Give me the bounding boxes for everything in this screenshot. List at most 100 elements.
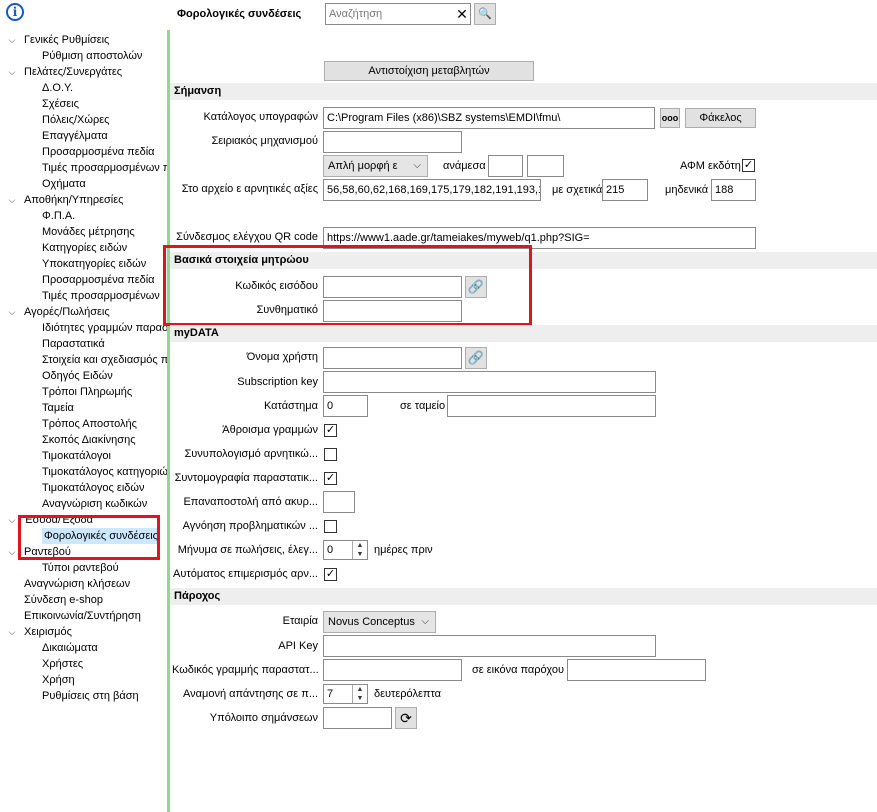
api-key-field[interactable]: [323, 635, 656, 657]
sidebar-item[interactable]: Τιμοκατάλογος κατηγοριώ: [0, 464, 167, 480]
chevron-down-icon[interactable]: ⌵: [6, 64, 18, 80]
sidebar-item[interactable]: Στοιχεία και σχεδιασμός π: [0, 352, 167, 368]
sidebar-item[interactable]: ⌵ Πελάτες/Συνεργάτες: [0, 64, 167, 80]
sidebar-item-label: Τιμοκατάλογοι: [42, 450, 111, 462]
negative-calc-checkbox[interactable]: [324, 448, 337, 461]
device-serial-field[interactable]: [323, 131, 462, 153]
sidebar-item-label: Ιδιότητες γραμμών παραστ: [42, 322, 167, 334]
sidebar-item[interactable]: Επαγγέλματα: [0, 128, 167, 144]
sidebar-item-label: Χειρισμός: [24, 626, 72, 638]
splitter[interactable]: [167, 30, 170, 812]
sidebar-item[interactable]: Ιδιότητες γραμμών παραστ: [0, 320, 167, 336]
sidebar-item[interactable]: Τιμές προσαρμοσμένων π: [0, 160, 167, 176]
sidebar-item[interactable]: Ρύθμιση αποστολών: [0, 48, 167, 64]
stepper-arrows-icon[interactable]: ▲ ▼: [352, 685, 367, 703]
browse-button[interactable]: ooo: [660, 108, 680, 128]
sidebar-item[interactable]: Τιμές προσαρμοσμένων: [0, 288, 167, 304]
sidebar-item[interactable]: Παραστατικά: [0, 336, 167, 352]
sidebar-item-label: Επικοινωνία/Συντήρηση: [24, 610, 141, 622]
message-stepper[interactable]: 0 ▲ ▼: [323, 540, 368, 560]
chevron-down-icon[interactable]: ⌵: [6, 304, 18, 320]
sidebar-item[interactable]: Σκοπός Διακίνησης: [0, 432, 167, 448]
sidebar-item[interactable]: Φ.Π.Α.: [0, 208, 167, 224]
remaining-field[interactable]: [323, 707, 392, 729]
stepper-arrows-icon[interactable]: ▲ ▼: [352, 541, 367, 559]
sidebar-item[interactable]: Προσαρμοσμένα πεδία: [0, 272, 167, 288]
refresh-icon[interactable]: ⟳: [395, 707, 417, 729]
in-cashbox-field[interactable]: [447, 395, 656, 417]
sidebar-item[interactable]: Χρήση: [0, 672, 167, 688]
seconds-label: δευτερόλεπτα: [374, 688, 441, 700]
search-icon[interactable]: 🔍: [474, 3, 496, 25]
between-label: ανάμεσα: [443, 160, 486, 172]
chevron-down-icon[interactable]: ⌵: [6, 624, 18, 640]
doc-abbrev-checkbox[interactable]: ✓: [324, 472, 337, 485]
search-input[interactable]: Αναζήτηση: [325, 3, 471, 25]
sidebar-item[interactable]: Δ.Ο.Υ.: [0, 80, 167, 96]
sidebar-item[interactable]: Σύνδεση e-shop: [0, 592, 167, 608]
store-field[interactable]: 0: [323, 395, 368, 417]
mydata-section-header: myDATA: [170, 325, 877, 342]
sidebar-item[interactable]: ⌵ Αποθήκη/Υπηρεσίες: [0, 192, 167, 208]
map-variables-button[interactable]: Αντιστοίχιση μεταβλητών: [324, 61, 534, 81]
catalog-field[interactable]: C:\Program Files (x86)\SBZ systems\EMDI\…: [323, 107, 655, 129]
sidebar-item[interactable]: ⌵ Αγορές/Πωλήσεις: [0, 304, 167, 320]
provider-image-field[interactable]: [567, 659, 706, 681]
sidebar-item[interactable]: Ρυθμίσεις στη βάση: [0, 688, 167, 704]
chevron-down-icon[interactable]: ⌵: [6, 512, 18, 528]
format-select[interactable]: Απλή μορφή ε ⌵: [323, 155, 428, 177]
sidebar-item[interactable]: Κατηγορίες ειδών: [0, 240, 167, 256]
chevron-down-icon: ⌵: [421, 616, 429, 627]
sidebar-item[interactable]: Μονάδες μέτρησης: [0, 224, 167, 240]
sidebar-item[interactable]: Σχέσεις: [0, 96, 167, 112]
sidebar-item[interactable]: Οχήματα: [0, 176, 167, 192]
sidebar-item[interactable]: Δικαιώματα: [0, 640, 167, 656]
folder-button[interactable]: Φάκελος: [685, 108, 756, 128]
sidebar-item[interactable]: Τρόποι Πληρωμής: [0, 384, 167, 400]
days-before-label: ημέρες πριν: [374, 544, 433, 556]
chevron-down-icon[interactable]: ⌵: [6, 32, 18, 48]
username-field[interactable]: [323, 347, 462, 369]
sidebar-item[interactable]: Τιμοκατάλογος ειδών: [0, 480, 167, 496]
sidebar-item[interactable]: Προσαρμοσμένα πεδία: [0, 144, 167, 160]
company-select[interactable]: Novus Conceptus ⌵: [323, 611, 436, 633]
negative-calc-label: Συνυπολογισμό αρνητικώ...: [184, 448, 318, 460]
sidebar-item[interactable]: ⌵ Χειρισμός: [0, 624, 167, 640]
message-stepper-value: 0: [327, 544, 334, 556]
between-to-field[interactable]: [527, 155, 564, 177]
link-icon[interactable]: 🔗: [465, 347, 487, 369]
sidebar-item[interactable]: Αναγνώριση κωδικών: [0, 496, 167, 512]
sidebar-item[interactable]: Αναγνώριση κλήσεων: [0, 576, 167, 592]
sidebar-item[interactable]: ⌵ Γενικές Ρυθμίσεις: [0, 32, 167, 48]
info-icon[interactable]: i: [6, 3, 24, 21]
doc-line-code-field[interactable]: [323, 659, 462, 681]
sidebar-item-label: Επαγγέλματα: [42, 130, 108, 142]
sidebar-item[interactable]: Επικοινωνία/Συντήρηση: [0, 608, 167, 624]
api-key-label: API Key: [278, 640, 318, 652]
sidebar-item[interactable]: Οδηγός Ειδών: [0, 368, 167, 384]
subscription-field[interactable]: [323, 371, 656, 393]
resend-label: Επαναποστολή από ακυρ...: [183, 496, 318, 508]
sidebar-item[interactable]: Υποκατηγορίες ειδών: [0, 256, 167, 272]
clear-search-icon[interactable]: ✕: [453, 3, 471, 25]
chevron-down-icon[interactable]: ⌵: [6, 192, 18, 208]
relative-field[interactable]: 215: [602, 179, 648, 201]
chevron-down-icon[interactable]: ⌵: [6, 544, 18, 560]
settings-tree: i ⌵ Γενικές Ρυθμίσεις Ρύθμιση αποστολών ⌵ Πε…: [0, 0, 167, 812]
between-from-field[interactable]: [488, 155, 523, 177]
sidebar-item-label: Τρόπος Αποστολής: [42, 418, 137, 430]
issuer-vat-checkbox[interactable]: ✓: [742, 159, 755, 172]
sidebar-item[interactable]: Τύποι ραντεβού: [0, 560, 167, 576]
line-sum-checkbox[interactable]: ✓: [324, 424, 337, 437]
resend-field[interactable]: [323, 491, 355, 513]
sidebar-item[interactable]: Χρήστες: [0, 656, 167, 672]
zeros-field[interactable]: 188: [711, 179, 756, 201]
sidebar-item[interactable]: Τιμοκατάλογοι: [0, 448, 167, 464]
sidebar-item[interactable]: Τρόπος Αποστολής: [0, 416, 167, 432]
sidebar-item[interactable]: Ταμεία: [0, 400, 167, 416]
sidebar-item[interactable]: Πόλεις/Χώρες: [0, 112, 167, 128]
auto-split-checkbox[interactable]: ✓: [324, 568, 337, 581]
negative-values-field[interactable]: 56,58,60,62,168,169,175,179,182,191,193,…: [323, 179, 541, 201]
ignore-checkbox[interactable]: [324, 520, 337, 533]
wait-stepper[interactable]: 7 ▲ ▼: [323, 684, 368, 704]
